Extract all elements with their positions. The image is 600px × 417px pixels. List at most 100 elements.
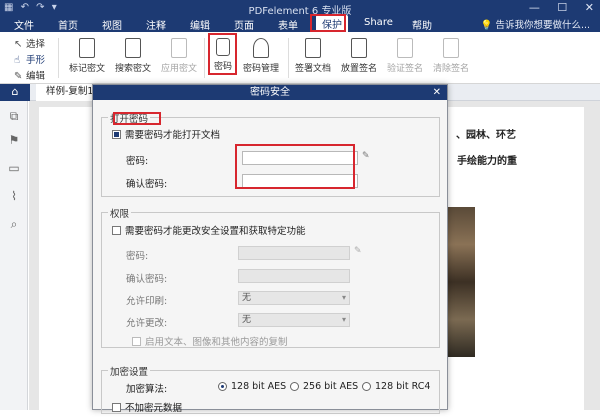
apply-redact-button[interactable]: 应用密文 bbox=[156, 38, 202, 74]
radio-128-rc4-label: 128 bit RC4 bbox=[375, 381, 431, 392]
user-lock-icon bbox=[253, 38, 269, 58]
edit-mode[interactable]: ✎ 编辑 bbox=[14, 68, 45, 82]
tell-me-text: 告诉我你想要做什么... bbox=[495, 20, 590, 31]
document-text-line: 手绘能力的重 bbox=[457, 156, 517, 167]
redact-mark-button[interactable]: 标记密文 bbox=[64, 38, 110, 74]
dialog-title: 密码安全 bbox=[250, 87, 290, 98]
menu-page[interactable]: 页面 bbox=[234, 17, 254, 32]
redact-mark-label: 标记密文 bbox=[68, 64, 105, 74]
apply-document-icon bbox=[171, 38, 187, 58]
ribbon: ↖ 选择 ☝ 手形 ✎ 编辑 标记密文 搜索密文 应用密文 密码 密码管理 签署文档 … bbox=[0, 32, 600, 84]
encryption-group: 加密设置 加密算法: 128 bit AES 256 bit AES 128 b… bbox=[101, 364, 440, 414]
dialog-title-bar: 密码安全 ✕ bbox=[93, 85, 447, 100]
password-manager-button[interactable]: 密码管理 bbox=[238, 38, 284, 74]
radio-unselected bbox=[290, 382, 299, 391]
minimize-icon[interactable]: — bbox=[529, 1, 540, 14]
require-open-password-checkbox[interactable]: 需要密码才能打开文档 bbox=[112, 127, 220, 141]
cursor-icon: ↖ bbox=[14, 39, 23, 50]
encryption-algorithm-label: 加密算法: bbox=[126, 384, 168, 395]
menu-help[interactable]: 帮助 bbox=[412, 17, 432, 32]
permissions-password-field[interactable] bbox=[238, 246, 350, 260]
allow-change-label: 允许更改: bbox=[126, 318, 168, 329]
sign-document-label: 签署文档 bbox=[294, 64, 331, 74]
ribbon-divider bbox=[58, 38, 59, 78]
checkbox-checked bbox=[112, 129, 121, 139]
checkbox-unchecked bbox=[132, 336, 141, 346]
pencil-icon: ✎ bbox=[362, 151, 370, 161]
checkbox-unchecked bbox=[112, 225, 121, 235]
allow-change-select[interactable]: 无 ▾ bbox=[238, 313, 350, 327]
place-signature-label: 放置签名 bbox=[340, 64, 377, 74]
radio-128-aes-label: 128 bit AES bbox=[231, 381, 287, 392]
close-icon[interactable]: ✕ bbox=[433, 85, 441, 100]
attachment-icon[interactable]: ⌇ bbox=[7, 189, 21, 203]
require-permissions-label: 需要密码才能更改安全设置和获取特定功能 bbox=[125, 226, 306, 237]
pencil-icon: ✎ bbox=[354, 246, 362, 256]
apply-redact-label: 应用密文 bbox=[160, 64, 197, 74]
no-encrypt-metadata-checkbox[interactable]: 不加密元数据 bbox=[112, 400, 182, 414]
left-sidebar: ⧉ ⚑ ▭ ⌇ ⌕ bbox=[0, 101, 28, 410]
edit-label: 编辑 bbox=[26, 71, 46, 82]
menu-bar: 文件 首页 视图 注释 编辑 页面 表单 保护 Share 帮助 💡 告诉我你想… bbox=[0, 14, 600, 34]
allow-change-value: 无 bbox=[242, 315, 252, 325]
permissions-group: 权限 需要密码才能更改安全设置和获取特定功能 密码: ✎ 确认密码: 允许印刷:… bbox=[101, 206, 440, 348]
allow-print-select[interactable]: 无 ▾ bbox=[238, 291, 350, 305]
chevron-down-icon: ▾ bbox=[341, 293, 346, 302]
radio-128-aes[interactable]: 128 bit AES bbox=[218, 381, 286, 392]
tell-me-search[interactable]: 💡 告诉我你想要做什么... bbox=[481, 17, 590, 31]
edit-icon: ✎ bbox=[14, 71, 23, 82]
sign-document-icon bbox=[305, 38, 321, 58]
no-encrypt-metadata-label: 不加密元数据 bbox=[125, 403, 183, 414]
require-permissions-password-checkbox[interactable]: 需要密码才能更改安全设置和获取特定功能 bbox=[112, 223, 306, 237]
chevron-down-icon: ▾ bbox=[341, 315, 346, 324]
menu-file[interactable]: 文件 bbox=[14, 17, 34, 32]
verify-signature-button[interactable]: 验证签名 bbox=[382, 38, 428, 74]
sign-document-button[interactable]: 签署文档 bbox=[290, 38, 336, 74]
comment-icon[interactable]: ▭ bbox=[7, 161, 21, 175]
bookmark-icon[interactable]: ⚑ bbox=[7, 133, 21, 147]
signature-icon bbox=[351, 38, 367, 58]
encryption-group-title: 加密设置 bbox=[108, 364, 151, 378]
checkbox-unchecked bbox=[112, 402, 121, 412]
menu-home[interactable]: 首页 bbox=[58, 17, 78, 32]
search-redact-button[interactable]: 搜索密文 bbox=[110, 38, 156, 74]
hand-mode[interactable]: ☝ 手形 bbox=[14, 52, 45, 66]
verify-icon bbox=[397, 38, 413, 58]
radio-256-aes[interactable]: 256 bit AES bbox=[290, 381, 358, 392]
search-icon[interactable]: ⌕ bbox=[7, 217, 21, 231]
select-label: 选择 bbox=[26, 39, 46, 50]
ribbon-divider bbox=[288, 38, 289, 78]
select-mode[interactable]: ↖ 选择 bbox=[14, 36, 45, 50]
require-open-password-label: 需要密码才能打开文档 bbox=[125, 130, 221, 141]
menu-comment[interactable]: 注释 bbox=[146, 17, 166, 32]
highlight-password-fields bbox=[235, 144, 355, 189]
place-signature-button[interactable]: 放置签名 bbox=[336, 38, 382, 74]
clear-signature-button[interactable]: 清除签名 bbox=[428, 38, 474, 74]
password-manager-label: 密码管理 bbox=[242, 64, 279, 74]
clear-signature-label: 清除签名 bbox=[432, 64, 469, 74]
permissions-password-label: 密码: bbox=[126, 251, 149, 262]
menu-edit[interactable]: 编辑 bbox=[190, 17, 210, 32]
close-icon[interactable]: ✕ bbox=[585, 1, 594, 14]
allow-print-label: 允许印刷: bbox=[126, 296, 168, 307]
radio-selected bbox=[218, 382, 227, 391]
search-redact-label: 搜索密文 bbox=[114, 64, 151, 74]
open-password-label: 密码: bbox=[126, 156, 149, 167]
password-security-dialog: 密码安全 ✕ 打开密码 需要密码才能打开文档 密码: ✎ 确认密码: 权限 需要… bbox=[92, 84, 448, 414]
pages-icon[interactable]: ⧉ bbox=[7, 109, 21, 123]
verify-signature-label: 验证签名 bbox=[386, 64, 423, 74]
enable-copy-checkbox[interactable]: 启用文本、图像和其他内容的复制 bbox=[132, 334, 288, 348]
menu-share[interactable]: Share bbox=[364, 17, 393, 28]
radio-128-rc4[interactable]: 128 bit RC4 bbox=[362, 381, 430, 392]
maximize-icon[interactable]: ☐ bbox=[557, 1, 567, 14]
menu-form[interactable]: 表单 bbox=[278, 17, 298, 32]
permissions-confirm-field[interactable] bbox=[238, 269, 350, 283]
document-icon bbox=[79, 38, 95, 58]
document-text-line: 、园林、环艺 bbox=[456, 130, 516, 141]
permissions-group-title: 权限 bbox=[108, 206, 132, 220]
home-tab[interactable]: ⌂ bbox=[0, 84, 30, 101]
highlight-password-button bbox=[208, 33, 237, 75]
confirm-open-password-label: 确认密码: bbox=[126, 179, 168, 190]
menu-view[interactable]: 视图 bbox=[102, 17, 122, 32]
home-icon: ⌂ bbox=[11, 85, 19, 98]
